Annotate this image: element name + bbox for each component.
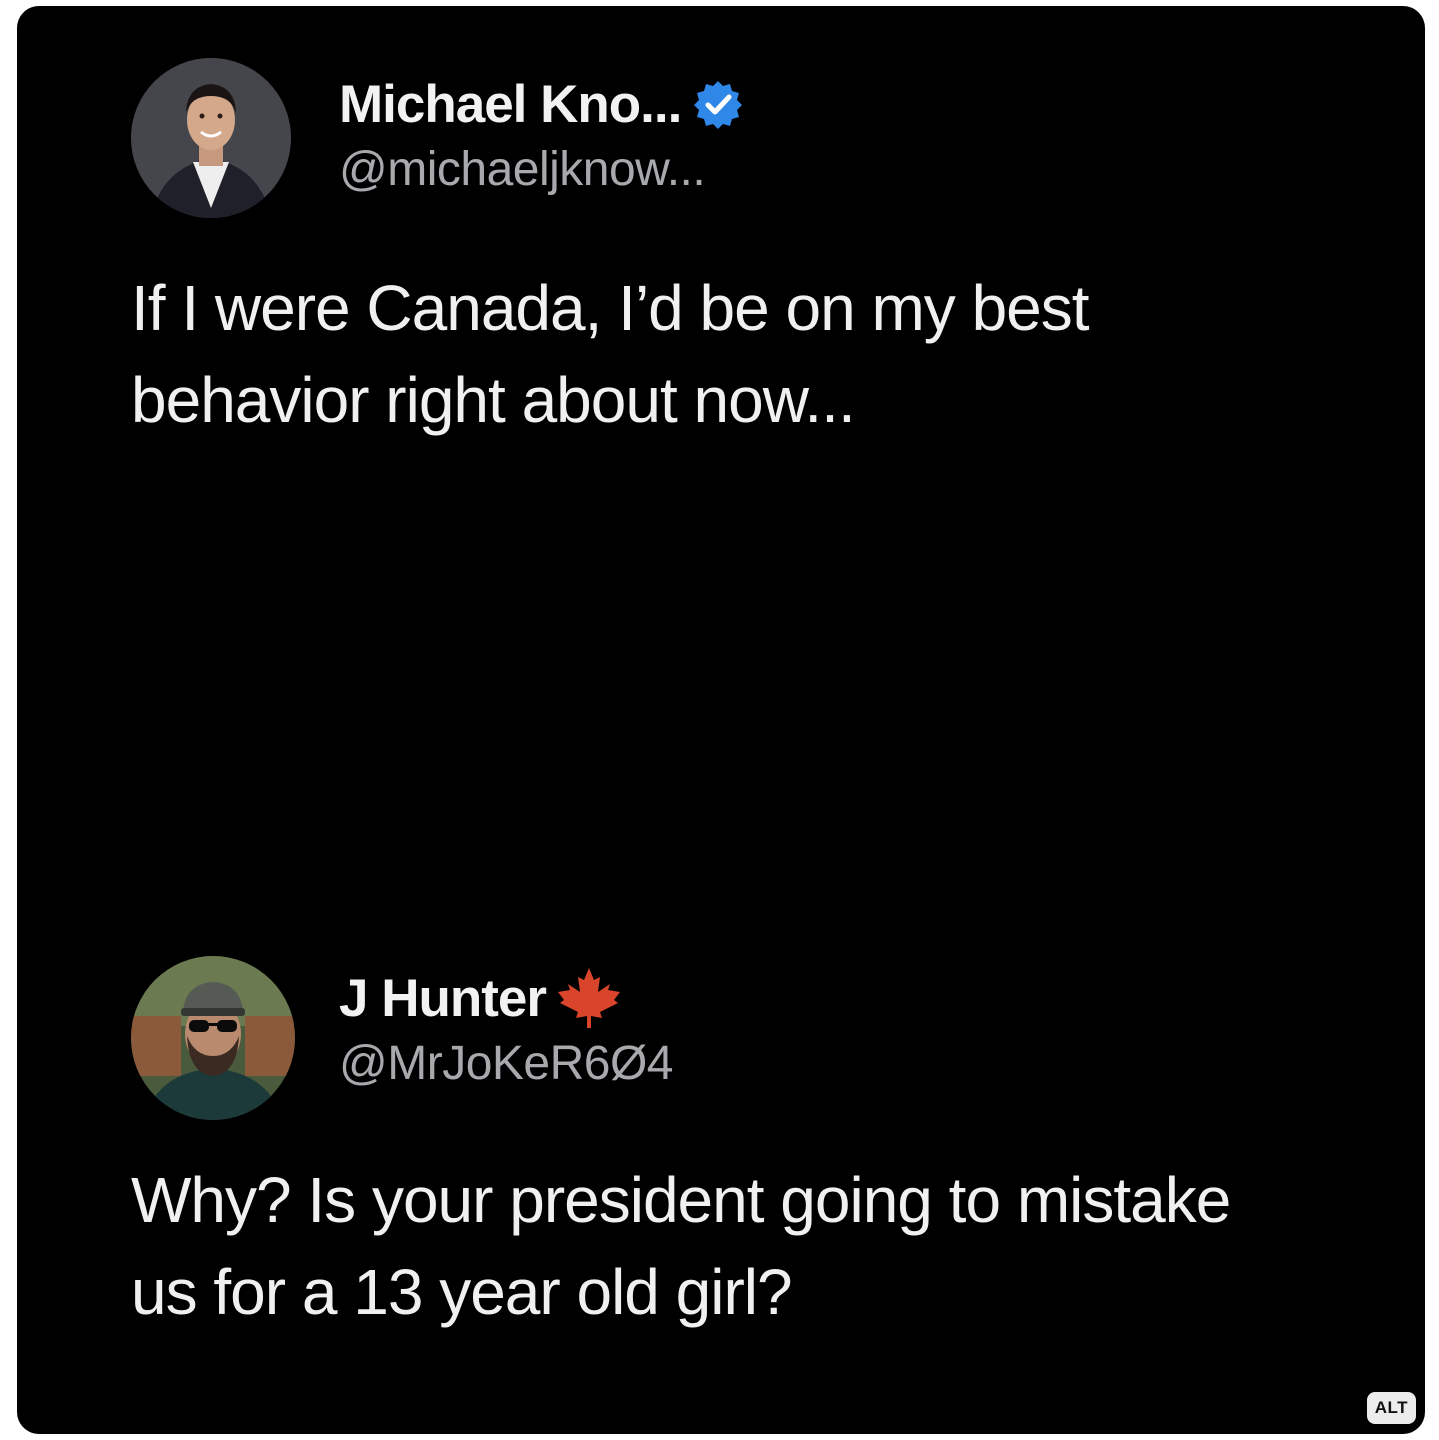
display-name-row: Michael Kno... — [339, 72, 743, 136]
verified-badge-icon — [693, 79, 743, 129]
post-header: J Hunter @MrJoKeR6Ø4 — [131, 952, 1365, 1120]
post-text: Why? Is your president going to mistake … — [131, 1164, 1231, 1328]
author-display-name[interactable]: J Hunter — [339, 968, 547, 1029]
display-name-row: J Hunter — [339, 966, 673, 1030]
maple-leaf-icon — [557, 966, 624, 1030]
tweet-screenshot-card: Michael Kno... @michaeljknow... If I wer… — [17, 6, 1425, 1434]
author-handle[interactable]: @MrJoKeR6Ø4 — [339, 1036, 674, 1091]
avatar-image — [131, 956, 295, 1120]
author-display-name[interactable]: Michael Kno... — [339, 74, 682, 135]
post-author: J Hunter @MrJoKeR6Ø4 — [339, 966, 674, 1091]
avatar[interactable] — [131, 58, 291, 218]
post-header: Michael Kno... @michaeljknow... — [131, 58, 1365, 226]
author-handle[interactable]: @michaeljknow... — [339, 142, 743, 197]
post-author: Michael Kno... @michaeljknow... — [339, 72, 743, 197]
avatar-image — [131, 58, 291, 218]
original-post: Michael Kno... @michaeljknow... If I wer… — [131, 58, 1365, 446]
avatar[interactable] — [131, 956, 295, 1120]
alt-text-badge[interactable]: ALT — [1366, 1392, 1416, 1424]
reply-post: J Hunter @MrJoKeR6Ø4 Why? Is your presid… — [131, 952, 1365, 1338]
post-text: If I were Canada, I’d be on my best beha… — [131, 272, 1090, 436]
